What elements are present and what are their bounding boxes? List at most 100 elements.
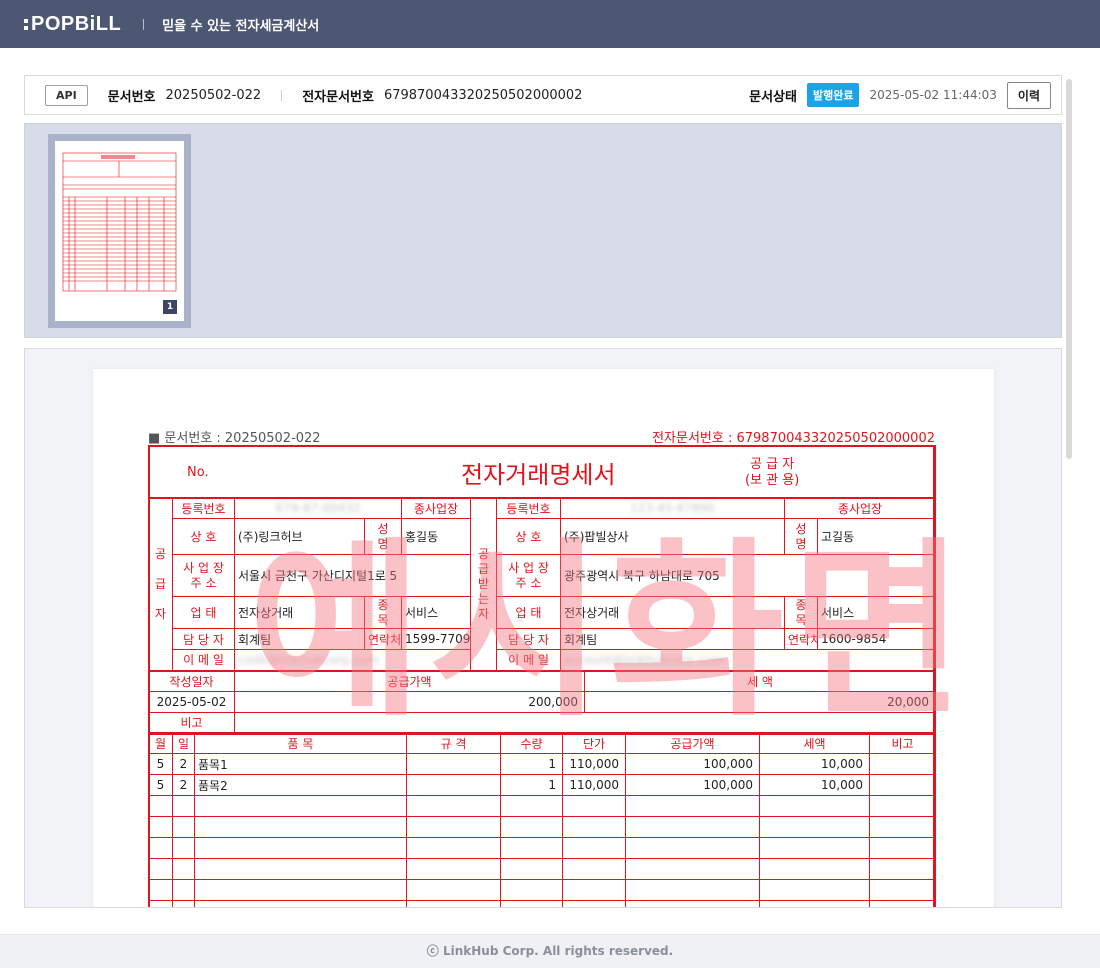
items-col-header: 공급가액 [625,732,760,754]
supplier-contact-value: 회계팀 [234,628,365,650]
item-cell-tax: 10,000 [759,753,870,775]
item-cell-qty: 1 [500,774,563,796]
status-label: 문서상태 [749,89,797,105]
empty-item-cell [625,837,760,859]
item-cell-day: 2 [172,774,195,796]
empty-item-cell [194,879,407,901]
buyer-name-label: 상 호 [496,518,561,555]
item-cell-month: 5 [148,774,173,796]
empty-item-row [148,795,936,817]
date-label: 작성일자 [148,669,235,692]
copyright-text: ⓒ LinkHub Corp. All rights reserved. [426,944,674,958]
page-scrollbar[interactable] [1064,75,1074,908]
empty-item-cell [148,858,173,880]
empty-item-cell [562,879,626,901]
paper-edoc-no: 전자문서번호 : 67987004332025050200000​2 [652,431,935,446]
empty-item-cell [869,900,936,907]
doc-no-value: 20250502-022 [165,87,262,103]
empty-item-cell [406,795,501,817]
items-col-header: 규 격 [406,732,501,754]
items-col-header: 품 목 [194,732,407,754]
empty-item-cell [759,858,870,880]
supplier-reg-label: 등록번호 [172,497,235,519]
supplier-contact-label: 담 당 자 [172,628,235,650]
brand-name: POPBiLL [31,12,122,35]
empty-item-cell [148,795,173,817]
item-cell-price: 110,000 [562,774,626,796]
buyer-ceo-value: 고길동 [816,518,937,555]
empty-item-cell [500,879,563,901]
supply-label: 공급가액 [234,669,585,692]
items-header-row: 월일품 목규 격 수량 단가 공급가액 세액 비고 [148,732,936,754]
supplier-biz-value: 전자상거래 [234,596,365,629]
item-cell-price: 110,000 [562,753,626,775]
invoice-table: No. 전자거래명세서 공 급 자 (보 관 용) 공 급 자 등록번호 679-… [147,445,937,735]
buyer-ceo-label: 성 명 [784,518,818,555]
empty-item-row [148,816,936,838]
buyer-contact-value: 회계팀 [560,628,785,650]
document-viewer: ■ 문서번호 : 20250502-022 전자문서번호 : 679870043… [24,348,1062,908]
empty-item-cell [172,837,195,859]
empty-item-cell [148,879,173,901]
empty-item-cell [869,858,936,880]
supplier-biz-label: 업 태 [172,596,235,629]
buyer-tel-label: 연락처 [784,628,818,650]
item-cell-name: 품목2 [194,774,407,796]
buyer-email-label: 이 메 일 [496,649,561,671]
buyer-item-label: 종 목 [784,596,818,629]
empty-item-cell [562,858,626,880]
empty-item-cell [869,816,936,838]
supplier-side-label: 공 급 자 [148,497,173,671]
item-row: 5 2 품목1 1 110,000 100,000 10,000 [148,753,936,775]
empty-item-cell [500,900,563,907]
empty-item-cell [406,858,501,880]
items-col-header: 수량 [500,732,563,754]
empty-item-cell [148,816,173,838]
scrollbar-thumb[interactable] [1066,79,1072,459]
buyer-biz-label: 업 태 [496,596,561,629]
supply-value: 200,000 [234,691,585,713]
empty-item-cell [562,795,626,817]
items-col-header: 비고 [869,732,936,754]
empty-item-cell [562,816,626,838]
item-cell-qty: 1 [500,753,563,775]
empty-item-cell [194,816,407,838]
items-col-header: 월 [148,732,173,754]
empty-item-cell [759,837,870,859]
empty-item-cell [869,795,936,817]
supplier-ceo-label: 성 명 [364,518,402,555]
edoc-no-value: 67987004332025050200000​2 [383,87,583,103]
items-col-header: 세액 [759,732,870,754]
empty-item-cell [869,879,936,901]
popbill-logo[interactable]: POPBiLL [24,13,121,36]
empty-item-cell [759,816,870,838]
item-cell-spec [406,774,501,796]
supplier-name-label: 상 호 [172,518,235,555]
buyer-addr-label: 사 업 장 주 소 [496,554,561,597]
empty-item-cell [625,900,760,907]
logo-mark-icon [24,18,28,30]
empty-item-cell [148,900,173,907]
supplier-reg-value: 679-87-00432 [234,497,402,519]
buyer-email-value: account@linkhubcorp.com [559,649,937,671]
info-divider [281,89,283,101]
buyer-item-value: 서비스 [816,596,937,629]
buyer-side-label: 공 급 받 는 자 [470,497,497,671]
history-button[interactable]: 이력 [1006,81,1051,109]
document-info-bar: API 문서번호 20250502-022 전자문서번호 67987004332… [24,75,1062,115]
empty-item-cell [194,900,407,907]
copy-label-line2: (보 관 용) [745,472,800,488]
page-thumbnail[interactable]: 1 [48,134,191,328]
footer: ⓒ LinkHub Corp. All rights reserved. [0,934,1100,968]
empty-item-cell [625,879,760,901]
empty-item-cell [406,900,501,907]
empty-item-cell [148,837,173,859]
items-col-header: 일 [172,732,195,754]
copy-label-line1: 공 급 자 [750,457,795,472]
page-number-badge: 1 [163,300,177,314]
supplier-ceo-value: 홍길동 [401,518,471,555]
item-cell-name: 품목1 [194,753,407,775]
empty-item-cell [172,900,195,907]
empty-item-cell [194,858,407,880]
item-row: 5 2 품목2 1 110,000 100,000 10,000 [148,774,936,796]
